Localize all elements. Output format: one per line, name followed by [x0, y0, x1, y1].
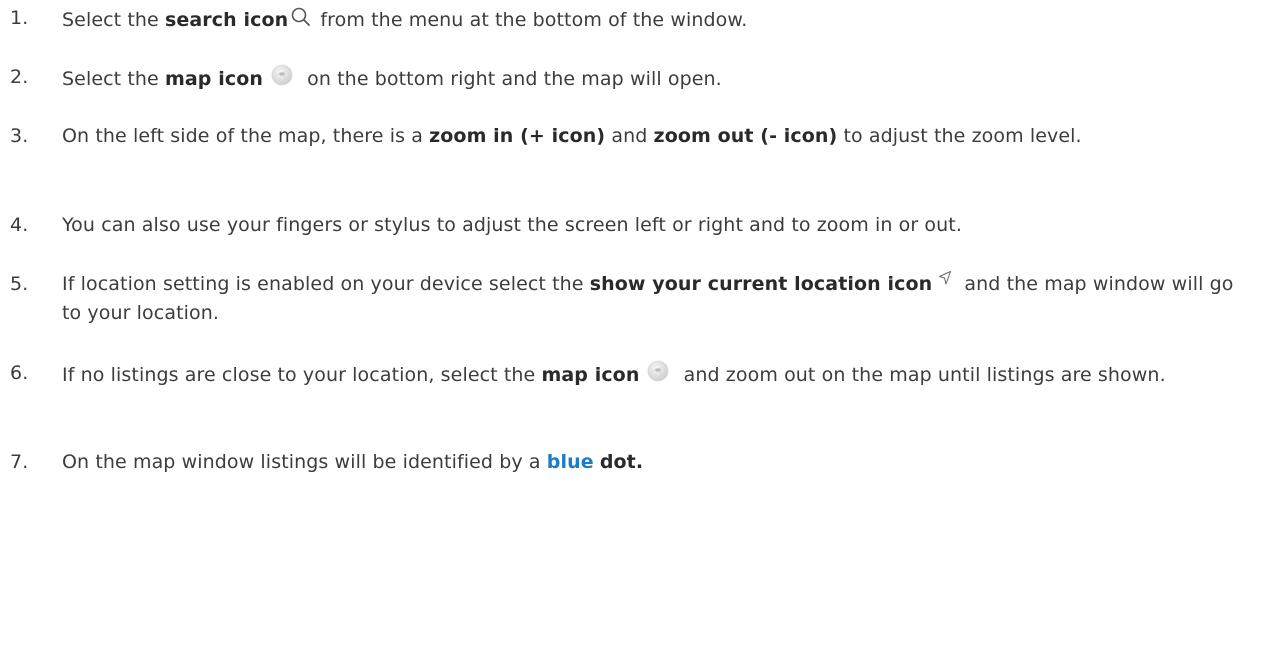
map-icon — [271, 64, 293, 86]
step-text: On the left side of the map, there is a … — [62, 125, 1082, 147]
step-number: 5. — [10, 273, 29, 295]
bold-term: dot. — [599, 451, 644, 473]
step-number: 6. — [10, 362, 29, 384]
step-number: 7. — [10, 451, 29, 473]
bold-term: map icon — [164, 68, 263, 90]
bold-term: zoom out (- icon) — [653, 125, 838, 147]
step-text: Select the search icon from the menu at … — [62, 4, 1247, 35]
bold-term: search icon — [164, 9, 289, 31]
bold-term: zoom in (+ icon) — [429, 125, 606, 147]
list-item: 5. If location setting is enabled on you… — [0, 270, 1250, 328]
step-number: 4. — [10, 214, 29, 236]
search-icon — [290, 6, 312, 28]
list-item: 2. Select the map icon on the bottom rig… — [0, 63, 1250, 94]
list-item: 1. Select the search icon from the menu … — [0, 4, 1250, 35]
bold-term: show your current location icon — [589, 273, 933, 295]
step-number: 1. — [10, 7, 29, 29]
step-text: If no listings are close to your locatio… — [62, 359, 1247, 390]
step-number: 3. — [10, 125, 29, 147]
list-item: 7. On the map window listings will be id… — [0, 448, 1250, 477]
map-icon — [647, 360, 669, 382]
step-text: You can also use your fingers or stylus … — [62, 214, 962, 236]
step-number: 2. — [10, 66, 29, 88]
step-text: Select the map icon on the bottom right … — [62, 63, 1247, 94]
step-text: On the map window listings will be ident… — [62, 451, 644, 473]
step-text: If location setting is enabled on your d… — [62, 270, 1247, 328]
location-arrow-icon — [938, 270, 952, 286]
blue-word: blue — [546, 451, 594, 473]
list-item: 4. You can also use your fingers or styl… — [0, 211, 1250, 240]
list-item: 6. If no listings are close to your loca… — [0, 359, 1250, 390]
bold-term: map icon — [541, 364, 640, 386]
list-item: 3. On the left side of the map, there is… — [0, 122, 1250, 151]
